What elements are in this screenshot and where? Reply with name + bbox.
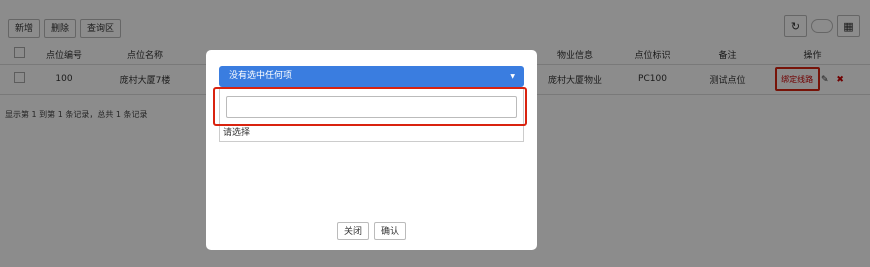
confirm-button[interactable]: 确认 bbox=[374, 222, 407, 240]
dropdown-option[interactable]: 请选择 bbox=[223, 125, 250, 138]
close-button[interactable]: 关闭 bbox=[336, 222, 369, 240]
bind-line-modal: 没有选中任何项 ▼ 请选择 关闭 确认 bbox=[206, 50, 537, 250]
line-select[interactable]: 没有选中任何项 ▼ bbox=[219, 66, 524, 87]
modal-footer: 关闭 确认 bbox=[206, 222, 537, 240]
caret-down-icon: ▼ bbox=[510, 73, 515, 80]
highlight-box-search bbox=[213, 87, 527, 126]
line-select-value: 没有选中任何项 bbox=[229, 71, 293, 81]
